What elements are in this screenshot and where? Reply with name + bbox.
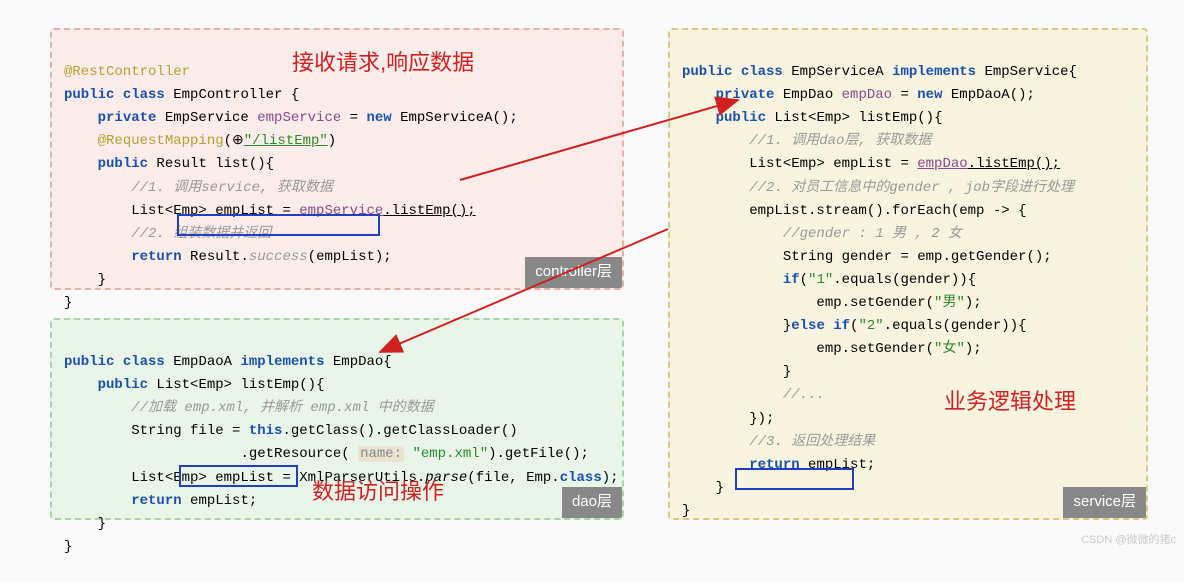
dao-return-box bbox=[179, 465, 298, 487]
controller-return-box bbox=[177, 214, 380, 236]
controller-badge: controller层 bbox=[525, 257, 622, 288]
watermark: CSDN @微微的猪c bbox=[1081, 531, 1176, 547]
service-return-box bbox=[735, 468, 854, 490]
dao-badge: dao层 bbox=[562, 487, 622, 518]
controller-label: 接收请求,响应数据 bbox=[292, 45, 474, 77]
service-label: 业务逻辑处理 bbox=[944, 384, 1076, 416]
service-badge: service层 bbox=[1063, 487, 1146, 518]
dao-label: 数据访问操作 bbox=[312, 474, 444, 506]
service-panel: public class EmpServiceA implements EmpS… bbox=[668, 28, 1148, 520]
